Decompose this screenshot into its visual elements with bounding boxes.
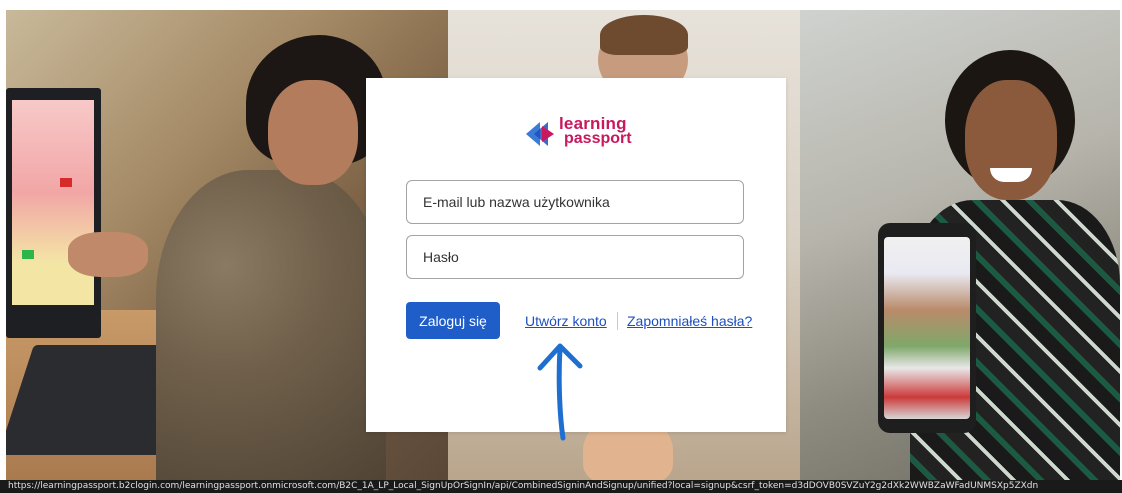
woman-face <box>268 80 358 185</box>
username-input[interactable] <box>406 180 744 224</box>
smartphone <box>878 223 976 433</box>
status-bar-url: https://learningpassport.b2clogin.com/le… <box>0 480 1122 493</box>
forgot-password-link[interactable]: Zapomniałeś hasła? <box>627 313 752 329</box>
annotation-arrow-icon <box>537 343 583 441</box>
green-flag-icon <box>22 250 34 259</box>
password-input[interactable] <box>406 235 744 279</box>
create-account-link[interactable]: Utwórz konto <box>525 313 607 329</box>
learning-passport-logo: learning passport <box>522 112 632 152</box>
pointing-hand <box>68 232 148 277</box>
woman-figure <box>156 170 386 481</box>
computer-monitor <box>6 88 101 338</box>
learning-passport-logo-icon <box>526 122 554 146</box>
background-photo-girl <box>800 10 1120 481</box>
phone-screen <box>884 237 970 419</box>
logo-text-passport: passport <box>564 130 632 147</box>
sign-in-button[interactable]: Zaloguj się <box>406 302 500 339</box>
monitor-screen <box>12 100 94 305</box>
girl-face <box>965 80 1057 200</box>
red-flag-icon <box>60 178 72 187</box>
boy-hair <box>600 15 688 55</box>
link-separator <box>617 312 618 330</box>
